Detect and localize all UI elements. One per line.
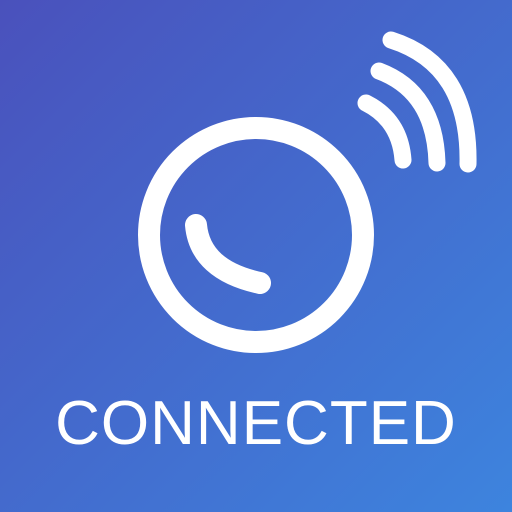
status-label: CONNECTED	[55, 389, 457, 458]
app-icon: CONNECTED	[0, 0, 512, 512]
